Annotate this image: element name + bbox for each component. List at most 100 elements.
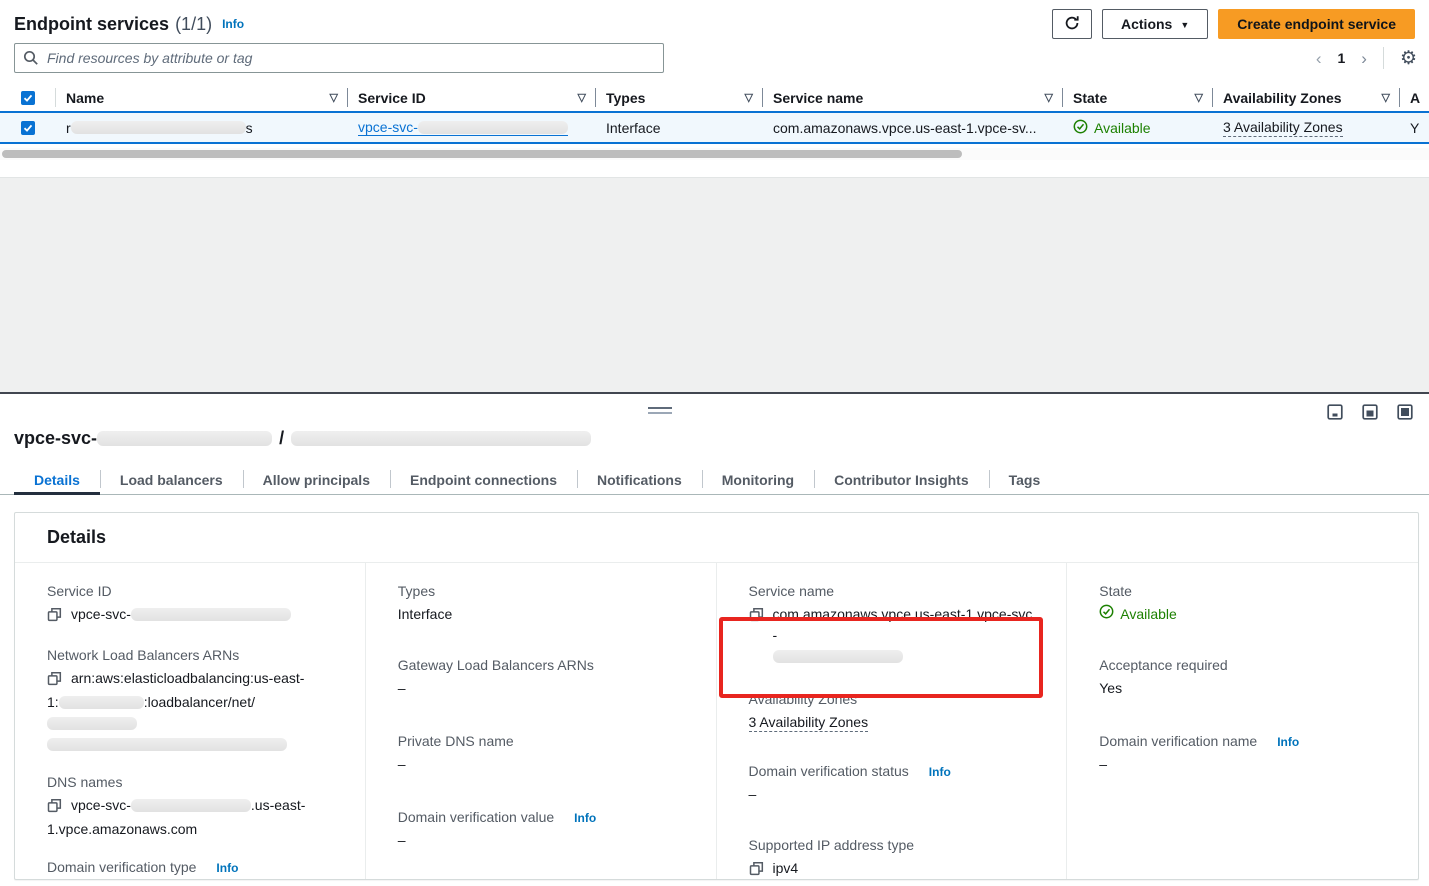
row-checkbox[interactable] <box>21 121 35 135</box>
filter-icon[interactable]: ▽ <box>1187 91 1203 104</box>
filter-icon[interactable]: ▽ <box>737 91 753 104</box>
redacted-text <box>773 650 903 663</box>
search-box <box>14 43 664 73</box>
panel-position-controls <box>1327 404 1413 423</box>
tab-label: Load balancers <box>120 472 223 488</box>
actions-button[interactable]: Actions ▼ <box>1102 9 1208 39</box>
field-state: State Available <box>1099 583 1386 625</box>
row-types-value: Interface <box>606 120 660 136</box>
field-domain-verification-value: Domain verification value Info – <box>398 809 684 851</box>
status-badge: Available <box>1073 119 1151 137</box>
page-title: Endpoint services <box>14 14 169 35</box>
search-input[interactable] <box>14 43 664 73</box>
field-value-text: – <box>749 784 1035 805</box>
field-value-text: Available <box>1120 604 1177 625</box>
previous-page-button[interactable]: ‹ <box>1316 50 1322 67</box>
row-types-cell: Interface <box>596 113 763 142</box>
copy-icon[interactable] <box>749 861 764 879</box>
check-circle-icon <box>1099 604 1114 625</box>
header-actions: Actions ▼ Create endpoint service <box>1052 9 1415 39</box>
panel-title-prefix: vpce-svc- <box>14 428 97 448</box>
field-label: State <box>1099 583 1386 599</box>
split-panel-title: vpce-svc-/ <box>14 428 591 449</box>
search-icon <box>23 50 39 69</box>
info-link[interactable]: Info <box>929 765 951 779</box>
select-all-checkbox[interactable] <box>21 91 35 105</box>
split-panel-drag-handle[interactable] <box>648 407 672 414</box>
field-value-text: – <box>398 678 684 699</box>
service-id-prefix: vpce-svc- <box>358 119 418 135</box>
header-info-link[interactable]: Info <box>222 17 244 31</box>
next-page-button[interactable]: › <box>1361 50 1367 67</box>
field-domain-verification-type: Domain verification type Info – <box>47 859 333 879</box>
field-label: Service name <box>749 583 1035 599</box>
info-link[interactable]: Info <box>574 811 596 825</box>
row-select-cell <box>0 113 56 142</box>
field-service-name: Service name com.amazonaws.vpce.us-east-… <box>749 583 1035 667</box>
settings-gear-icon[interactable]: ⚙ <box>1400 49 1417 68</box>
tab-label: Notifications <box>597 472 682 488</box>
field-value-text: arn:aws:elasticloadbalancing:us-east- <box>71 670 304 686</box>
filter-icon[interactable]: ▽ <box>570 91 586 104</box>
refresh-icon <box>1064 15 1080 34</box>
column-label: Availability Zones <box>1223 90 1342 106</box>
filter-icon[interactable]: ▽ <box>322 91 338 104</box>
tab-endpoint-connections[interactable]: Endpoint connections <box>390 466 577 494</box>
redacted-text <box>47 717 137 730</box>
field-label: Types <box>398 583 684 599</box>
field-nlb-arns: Network Load Balancers ARNs arn:aws:elas… <box>47 647 333 755</box>
tab-load-balancers[interactable]: Load balancers <box>100 466 243 494</box>
resource-count: (1/1) <box>175 14 212 35</box>
panel-position-bottom-icon[interactable] <box>1327 404 1343 423</box>
field-value-text: Yes <box>1099 678 1386 699</box>
copy-icon[interactable] <box>47 671 62 692</box>
redacted-text <box>47 738 287 751</box>
tab-tags[interactable]: Tags <box>989 466 1061 494</box>
pagination-divider <box>1383 47 1384 69</box>
copy-icon[interactable] <box>749 607 764 628</box>
copy-icon[interactable] <box>47 798 62 819</box>
create-endpoint-service-button[interactable]: Create endpoint service <box>1218 9 1415 39</box>
panel-position-full-icon[interactable] <box>1397 404 1413 423</box>
filter-icon[interactable]: ▽ <box>1374 91 1390 104</box>
copy-icon[interactable] <box>47 607 62 628</box>
tab-label: Details <box>34 472 80 488</box>
field-label: Service ID <box>47 583 333 599</box>
horizontal-scrollbar-thumb[interactable] <box>2 150 962 158</box>
field-value-text: 1: <box>47 694 59 710</box>
tab-label: Contributor Insights <box>834 472 969 488</box>
tab-label: Tags <box>1009 472 1041 488</box>
redacted-text <box>131 799 251 812</box>
field-label: DNS names <box>47 774 333 790</box>
field-value-text: – <box>398 830 684 851</box>
field-domain-verification-name: Domain verification name Info – <box>1099 733 1386 775</box>
row-name-suffix: s <box>246 120 253 136</box>
tab-monitoring[interactable]: Monitoring <box>702 466 814 494</box>
details-card-header: Details <box>15 513 1418 563</box>
column-header-availability-zones: Availability Zones ▽ <box>1213 84 1400 111</box>
filter-icon[interactable]: ▽ <box>1037 91 1053 104</box>
tab-details[interactable]: Details <box>14 466 100 494</box>
row-acceptance-cell: Y <box>1400 113 1429 142</box>
info-link[interactable]: Info <box>1277 735 1299 749</box>
refresh-button[interactable] <box>1052 9 1092 39</box>
panel-position-split-icon[interactable] <box>1362 404 1378 423</box>
info-link[interactable]: Info <box>216 861 238 875</box>
availability-zones-popover-trigger[interactable]: 3 Availability Zones <box>1223 119 1343 137</box>
field-supported-ip: Supported IP address type ipv4 <box>749 837 1035 879</box>
details-column-1: Service ID vpce-svc- Network Load Balanc… <box>15 563 366 879</box>
field-value-text: vpce-svc- <box>71 606 131 622</box>
details-column-3: Service name com.amazonaws.vpce.us-east-… <box>717 563 1068 879</box>
tab-allow-principals[interactable]: Allow principals <box>243 466 390 494</box>
availability-zones-popover-trigger[interactable]: 3 Availability Zones <box>749 714 869 732</box>
details-card: Details Service ID vpce-svc- Network Loa… <box>14 512 1419 880</box>
select-all-cell <box>0 84 56 111</box>
row-service-id-cell: vpce-svc- <box>348 113 596 142</box>
service-id-link[interactable]: vpce-svc- <box>358 119 568 136</box>
field-value-text: vpce-svc- <box>71 797 131 813</box>
tab-notifications[interactable]: Notifications <box>577 466 702 494</box>
tab-contributor-insights[interactable]: Contributor Insights <box>814 466 989 494</box>
field-label: Domain verification type <box>47 859 196 875</box>
row-service-name-cell: com.amazonaws.vpce.us-east-1.vpce-sv... <box>763 113 1063 142</box>
table-row[interactable]: rs vpce-svc- Interface com.amazonaws.vpc… <box>0 111 1429 144</box>
